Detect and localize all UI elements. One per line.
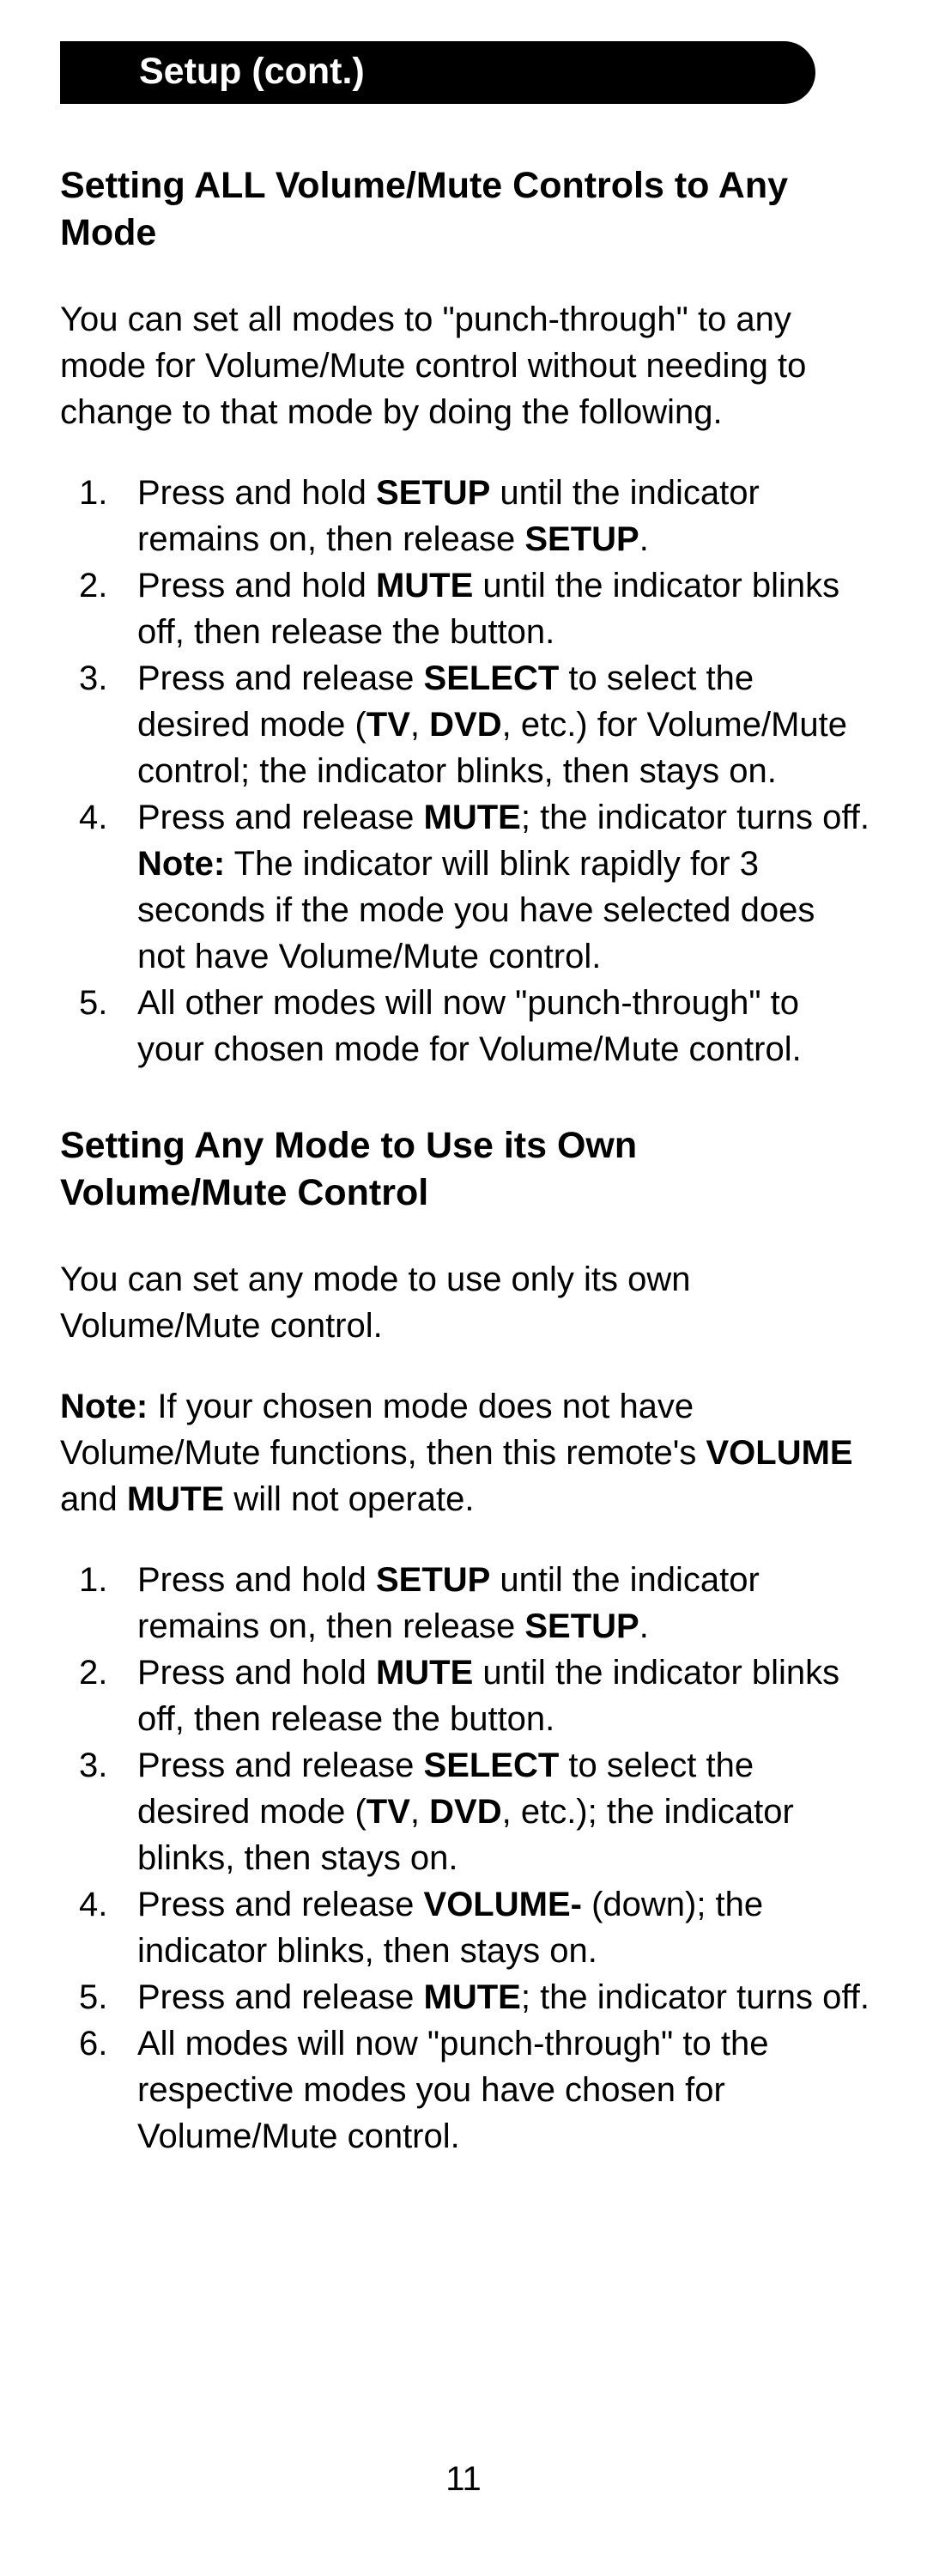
section2-heading: Setting Any Mode to Use its Own Volume/M… (60, 1122, 872, 1217)
list-item: Press and release SELECT to select the d… (60, 655, 872, 794)
section2-note: Note: If your chosen mode does not have … (60, 1383, 872, 1522)
section-tab: Setup (cont.) (60, 41, 815, 104)
list-item: All modes will now "punch-through" to th… (60, 2020, 872, 2160)
section1-heading: Setting ALL Volume/Mute Controls to Any … (60, 162, 872, 257)
list-item: Press and release MUTE; the indicator tu… (60, 1974, 872, 2020)
list-item: Press and hold SETUP until the indicator… (60, 470, 872, 562)
section1-intro: You can set all modes to "punch-through"… (60, 296, 872, 435)
list-item: All other modes will now "punch-through"… (60, 980, 872, 1072)
list-item: Press and release MUTE; the indicator tu… (60, 794, 872, 980)
list-item: Press and hold MUTE until the indicator … (60, 562, 872, 655)
section2-steps: Press and hold SETUP until the indicator… (60, 1557, 872, 2160)
list-item: Press and release SELECT to select the d… (60, 1742, 872, 1881)
list-item: Press and hold MUTE until the indicator … (60, 1649, 872, 1742)
page-number: 11 (0, 2460, 927, 2499)
list-item: Press and release VOLUME- (down); the in… (60, 1881, 872, 1974)
section1-steps: Press and hold SETUP until the indicator… (60, 470, 872, 1072)
section2-intro: You can set any mode to use only its own… (60, 1256, 872, 1349)
list-item: Press and hold SETUP until the indicator… (60, 1557, 872, 1649)
